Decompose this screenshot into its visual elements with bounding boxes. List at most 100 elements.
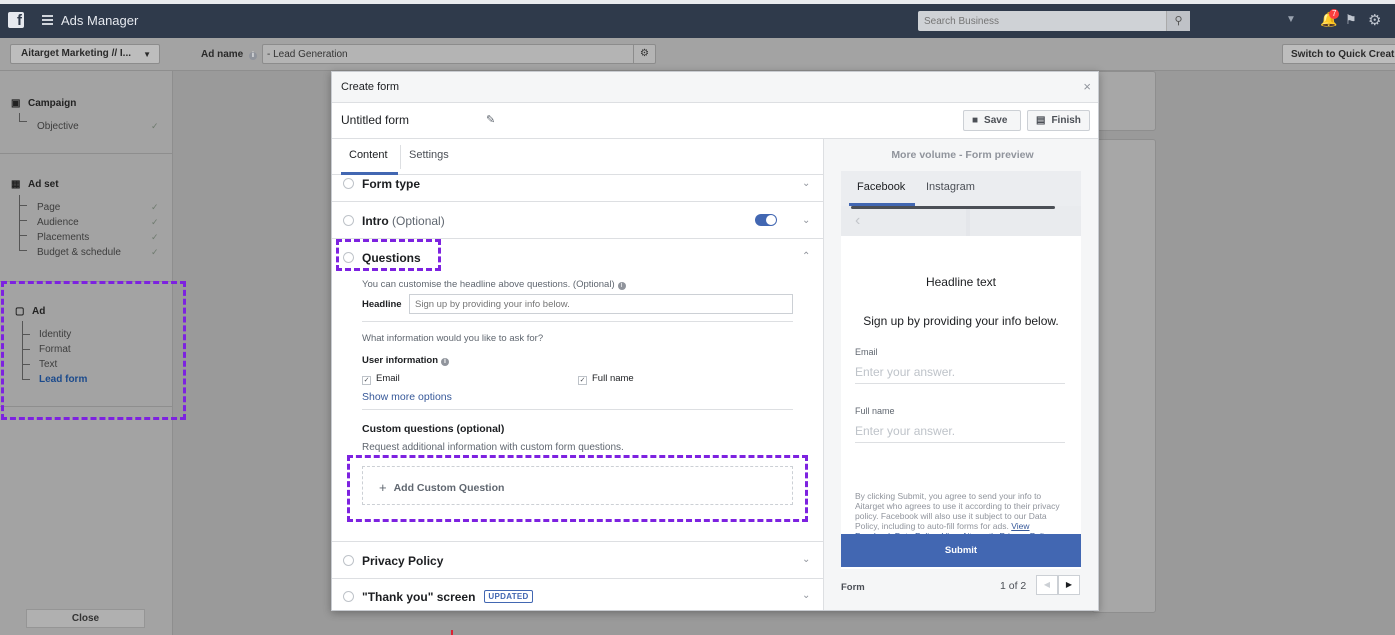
account-name: Aitarget Marketing // I... bbox=[21, 48, 132, 59]
intro-radio[interactable] bbox=[343, 215, 354, 226]
close-button[interactable]: Close bbox=[26, 609, 145, 628]
headline-hint: You can customise the headline above que… bbox=[362, 279, 626, 290]
chevron-down-icon[interactable]: ⌄ bbox=[802, 590, 810, 601]
nav-divider bbox=[0, 153, 173, 154]
search-icon[interactable]: ⚲ bbox=[1166, 11, 1190, 31]
next-page-button[interactable]: ▶ bbox=[1058, 575, 1080, 595]
check-icon: ✓ bbox=[151, 217, 159, 227]
preview-submit-button: Submit bbox=[841, 534, 1081, 567]
check-icon: ✓ bbox=[151, 202, 159, 212]
email-checkbox[interactable]: ✓ Email bbox=[362, 373, 400, 385]
nav-item-budget-schedule[interactable]: Budget & schedule bbox=[37, 247, 121, 258]
ad-name-input[interactable]: - Lead Generation ⚙ bbox=[262, 44, 656, 64]
dialog-header: Create form × bbox=[332, 72, 1098, 103]
tree-line bbox=[19, 195, 27, 206]
chevron-up-icon[interactable]: ⌃ bbox=[802, 251, 810, 262]
toggle-knob bbox=[766, 215, 776, 225]
tab-instagram[interactable]: Instagram bbox=[926, 181, 975, 193]
chevron-down-icon: ▼ bbox=[143, 50, 151, 59]
tab-settings[interactable]: Settings bbox=[409, 149, 449, 161]
check-icon: ✓ bbox=[151, 121, 159, 131]
account-selector[interactable]: Aitarget Marketing // I... ▼ bbox=[10, 44, 160, 64]
privacy-radio[interactable] bbox=[343, 555, 354, 566]
custom-questions-description: Request additional information with cust… bbox=[362, 442, 624, 453]
section-thank-you[interactable]: "Thank you" screen UPDATED ⌄ bbox=[332, 579, 823, 610]
section-title: Form type bbox=[362, 177, 421, 191]
section-title: Privacy Policy bbox=[362, 554, 444, 568]
info-icon: i bbox=[441, 358, 450, 366]
menu-icon[interactable] bbox=[42, 15, 53, 27]
tree-line bbox=[19, 206, 27, 221]
chevron-left-icon[interactable]: ‹ bbox=[855, 212, 860, 230]
ad-header-bar: Aitarget Marketing // I... ▼ Ad name i -… bbox=[0, 38, 1395, 71]
save-button[interactable]: ■ Save bbox=[963, 110, 1021, 131]
flag-icon[interactable]: ⚑ bbox=[1345, 12, 1357, 28]
divider bbox=[362, 409, 793, 410]
finish-button[interactable]: ▤ Finish bbox=[1027, 110, 1090, 131]
previous-page-button[interactable]: ◀ bbox=[1036, 575, 1058, 595]
ad-name-gear-icon[interactable]: ⚙ bbox=[633, 44, 655, 64]
search-input[interactable] bbox=[918, 11, 1164, 31]
nav-item-objective[interactable]: Objective bbox=[37, 121, 79, 132]
form-name[interactable]: Untitled form bbox=[341, 113, 409, 127]
ad-name-label: Ad name i bbox=[201, 49, 258, 60]
headline-label: Headline bbox=[362, 299, 402, 310]
tree-line bbox=[19, 113, 27, 122]
create-form-dialog: Create form × Untitled form ✎ ■ Save ▤ Fin… bbox=[331, 71, 1099, 611]
form-name-row: Untitled form ✎ ■ Save ▤ Finish bbox=[332, 103, 1098, 139]
search-box: ⚲ bbox=[918, 11, 1190, 31]
intro-toggle[interactable] bbox=[755, 214, 777, 226]
account-dropdown-icon[interactable]: ▼ bbox=[1286, 14, 1296, 25]
background-card bbox=[1092, 71, 1156, 131]
check-icon: ✓ bbox=[151, 247, 159, 257]
ad-set-icon: ▦ bbox=[11, 179, 21, 190]
preview-field-input: Enter your answer. bbox=[855, 365, 1065, 384]
check-icon: ✓ bbox=[151, 232, 159, 242]
nav-ad-set[interactable]: ▦ Ad set bbox=[11, 179, 59, 190]
updated-badge: UPDATED bbox=[484, 590, 533, 603]
pencil-edit-icon[interactable]: ✎ bbox=[486, 113, 495, 126]
section-title: Intro (Optional) bbox=[362, 214, 445, 228]
section-form-type[interactable]: Form type ⌄ bbox=[332, 175, 823, 202]
form-tabs: Content Settings bbox=[332, 139, 823, 175]
preview-title: More volume - Form preview bbox=[891, 149, 1034, 161]
nav-item-audience[interactable]: Audience bbox=[37, 217, 79, 228]
full-name-checkbox[interactable]: ✓ Full name bbox=[578, 373, 634, 385]
campaign-icon: ▣ bbox=[11, 98, 21, 109]
chevron-down-icon[interactable]: ⌄ bbox=[802, 215, 810, 226]
facebook-logo-icon[interactable]: f bbox=[8, 12, 24, 28]
show-more-options-link[interactable]: Show more options bbox=[362, 391, 452, 403]
close-icon[interactable]: × bbox=[1083, 79, 1091, 94]
settings-gear-icon[interactable]: ⚙ bbox=[1368, 11, 1381, 29]
checkbox-checked-icon: ✓ bbox=[578, 376, 587, 385]
phone-preview: Headline text Sign up by providing your … bbox=[841, 236, 1081, 569]
tab-content[interactable]: Content bbox=[349, 149, 388, 161]
background-card bbox=[1092, 139, 1156, 613]
section-privacy-policy[interactable]: Privacy Policy ⌄ bbox=[332, 542, 823, 579]
tree-line bbox=[19, 221, 27, 236]
preview-page-indicator: 1 of 2 bbox=[1000, 580, 1027, 592]
headline-input[interactable] bbox=[409, 294, 793, 314]
chevron-down-icon[interactable]: ⌄ bbox=[802, 554, 810, 565]
nav-item-placements[interactable]: Placements bbox=[37, 232, 89, 243]
tab-facebook[interactable]: Facebook bbox=[857, 181, 905, 193]
optional-label: (Optional) bbox=[392, 214, 445, 228]
switch-to-quick-creation-button[interactable]: Switch to Quick Creation bbox=[1282, 44, 1395, 64]
annotation-questions-title bbox=[336, 239, 441, 271]
notification-count-badge: 7 bbox=[1329, 9, 1340, 19]
checkbox-checked-icon: ✓ bbox=[362, 376, 371, 385]
section-intro[interactable]: Intro (Optional) ⌄ bbox=[332, 202, 823, 239]
preview-headline: Headline text bbox=[925, 275, 997, 289]
section-title: "Thank you" screen UPDATED bbox=[362, 590, 533, 604]
nav-item-page[interactable]: Page bbox=[37, 202, 60, 213]
info-icon: i bbox=[617, 282, 626, 290]
preview-field-input: Enter your answer. bbox=[855, 424, 1065, 443]
preview-footer-label: Form bbox=[841, 582, 865, 593]
user-information-label: User information i bbox=[362, 355, 450, 366]
thank-you-radio[interactable] bbox=[343, 591, 354, 602]
custom-questions-title: Custom questions (optional) bbox=[362, 423, 505, 435]
chevron-down-icon[interactable]: ⌄ bbox=[802, 178, 810, 189]
nav-campaign[interactable]: ▣ Campaign bbox=[11, 98, 76, 109]
form-type-radio[interactable] bbox=[343, 178, 354, 189]
progress-bar bbox=[851, 206, 1055, 209]
